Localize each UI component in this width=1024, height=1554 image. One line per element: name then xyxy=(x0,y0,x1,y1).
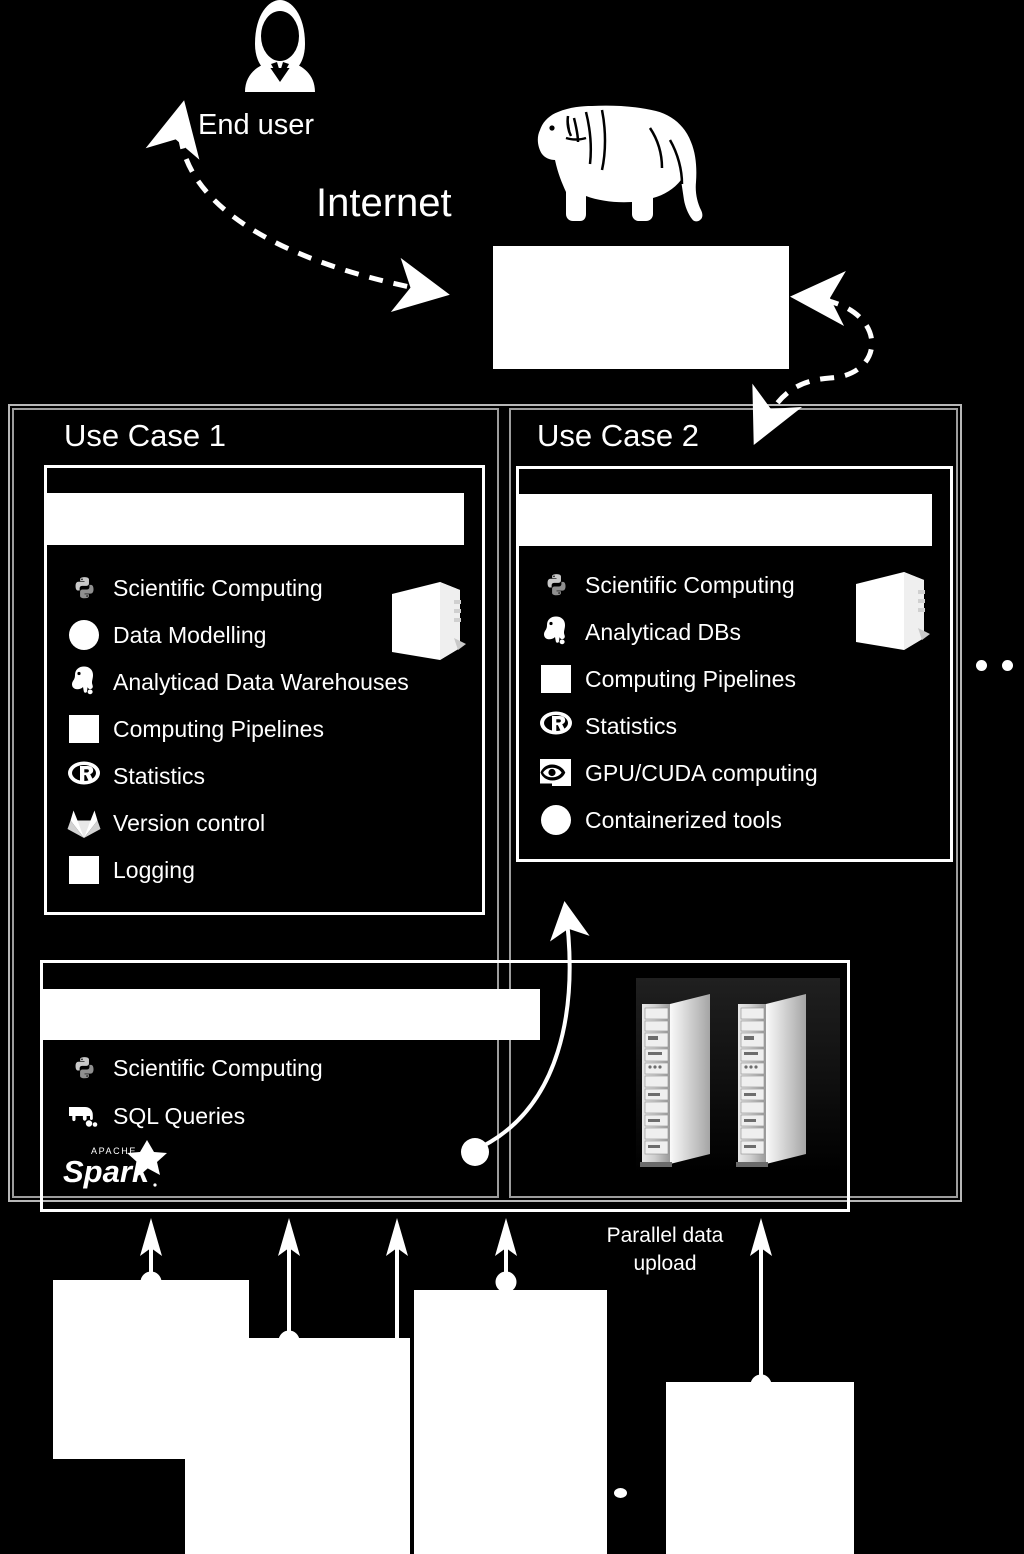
stack-item: Computing Pipelines xyxy=(538,661,938,697)
gitlab-fox-icon xyxy=(66,805,102,841)
postgresql-elephant-icon xyxy=(538,614,574,650)
person-avatar-icon xyxy=(225,0,335,92)
stack-item-label: Data Modelling xyxy=(113,621,267,648)
data-layer-header-bar xyxy=(43,989,540,1040)
use-case-2-item-list: Scientific Computing Analyticad DBs Comput… xyxy=(538,567,938,849)
stack-item-label: Scientific Computing xyxy=(113,1054,323,1081)
square-icon xyxy=(538,661,574,697)
upload-arrow xyxy=(495,1218,517,1293)
stack-item: GPU/CUDA computing xyxy=(538,755,938,791)
circle-icon xyxy=(66,617,102,653)
parallel-upload-line-2: upload xyxy=(633,1252,697,1276)
stack-item-label: Scientific Computing xyxy=(585,571,795,598)
apache-spark-logo: APACHE Spark xyxy=(63,1140,168,1190)
stack-item: Data Modelling xyxy=(66,617,466,653)
more-use-cases-ellipsis xyxy=(976,660,1024,671)
circle-icon xyxy=(538,802,574,838)
stack-item: Version control xyxy=(66,805,466,841)
stack-item-label: Version control xyxy=(113,809,266,836)
end-user-label: End user xyxy=(198,109,315,141)
use-case-2-header-bar xyxy=(519,494,932,546)
postgresql-elephant-icon xyxy=(66,664,102,700)
python-icon xyxy=(66,570,102,606)
stack-item: Scientific Computing xyxy=(66,570,466,606)
stack-item: Scientific Computing xyxy=(66,1050,486,1086)
architecture-diagram: End user Internet Use Case 1 Scientific … xyxy=(0,0,1024,1554)
stack-item-label: Computing Pipelines xyxy=(113,715,324,742)
square-icon xyxy=(66,711,102,747)
parallel-upload-label: Parallel data upload xyxy=(590,1222,740,1279)
r-language-icon xyxy=(538,708,574,744)
nvidia-eye-icon xyxy=(538,755,574,791)
bulldog-icon xyxy=(524,88,718,223)
stack-item: Containerized tools xyxy=(538,802,938,838)
svg-text:Spark: Spark xyxy=(63,1154,151,1189)
stack-item-label: Computing Pipelines xyxy=(585,665,796,692)
use-case-1-title: Use Case 1 xyxy=(64,418,226,453)
stack-item-label: Scientific Computing xyxy=(113,574,323,601)
ellipsis-dot xyxy=(1002,660,1013,671)
stack-item: Computing Pipelines xyxy=(66,711,466,747)
stack-item-label: Statistics xyxy=(585,712,678,739)
stack-item-label: Logging xyxy=(113,856,195,883)
stack-item-label: Statistics xyxy=(113,762,206,789)
stack-item-label: GPU/CUDA computing xyxy=(585,759,818,786)
upload-arrow xyxy=(750,1218,772,1396)
r-language-icon xyxy=(66,758,102,794)
gateway-box xyxy=(493,246,789,369)
hadoop-elephant-icon xyxy=(66,1098,102,1134)
use-case-1-item-list: Scientific Computing Data Modelling Analyt… xyxy=(66,570,466,899)
parallel-upload-line-1: Parallel data xyxy=(606,1224,724,1247)
stack-item-label: Analyticad Data Warehouses xyxy=(113,668,409,695)
stack-item-label: Containerized tools xyxy=(585,806,782,833)
stack-item: SQL Queries xyxy=(66,1098,486,1134)
python-icon xyxy=(66,1050,102,1086)
stack-item-label: SQL Queries xyxy=(113,1102,246,1129)
stack-item: Analyticad DBs xyxy=(538,614,938,650)
stack-item: Scientific Computing xyxy=(538,567,938,603)
stack-item: Statistics xyxy=(66,758,466,794)
use-case-1-header-bar xyxy=(47,493,464,545)
ellipsis-dot xyxy=(976,660,987,671)
sources-ellipsis xyxy=(556,1488,627,1498)
ellipsis-dot xyxy=(614,1488,627,1498)
source-block xyxy=(414,1290,607,1554)
square-icon xyxy=(66,852,102,888)
data-layer-item-list: Scientific Computing SQL Queries xyxy=(66,1050,486,1146)
upload-arrow xyxy=(278,1218,300,1352)
python-icon xyxy=(538,567,574,603)
server-rack-pair-icon xyxy=(636,978,840,1174)
stack-item-label: Analyticad DBs xyxy=(585,618,741,645)
internet-label: Internet xyxy=(316,181,452,225)
stack-item: Statistics xyxy=(538,708,938,744)
source-block xyxy=(185,1338,410,1554)
ellipsis-dot xyxy=(556,1488,569,1498)
stack-item: Logging xyxy=(66,852,466,888)
stack-item: Analyticad Data Warehouses xyxy=(66,664,466,700)
ellipsis-dot xyxy=(585,1488,598,1498)
source-block xyxy=(666,1382,854,1554)
use-case-2-title: Use Case 2 xyxy=(537,418,699,453)
